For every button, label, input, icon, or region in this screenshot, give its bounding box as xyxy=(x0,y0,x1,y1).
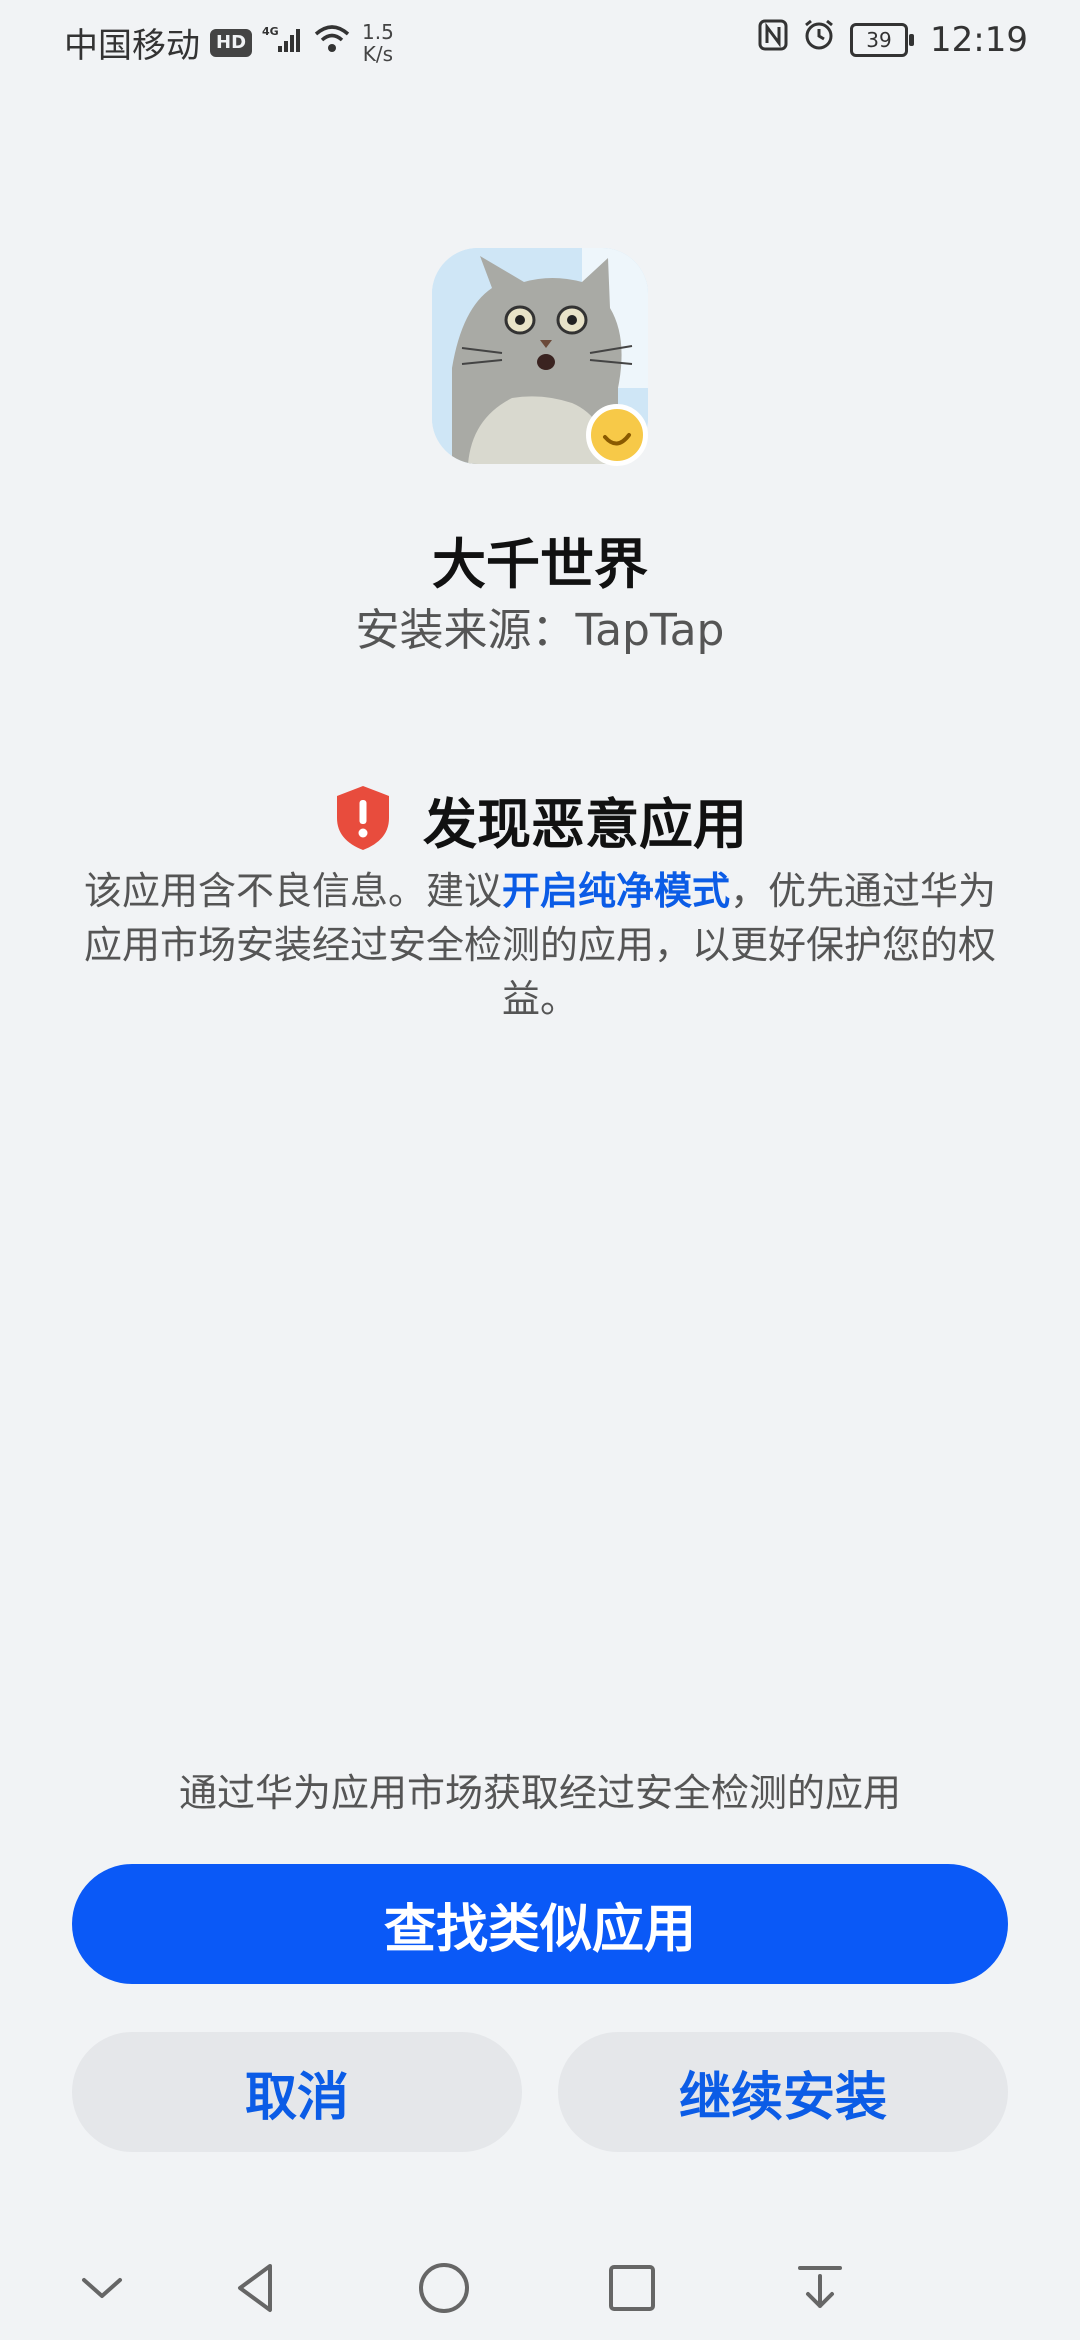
home-icon[interactable] xyxy=(414,2258,474,2318)
speed-unit: K/s xyxy=(362,41,394,66)
source-badge-icon xyxy=(586,404,648,466)
alarm-icon xyxy=(802,18,836,61)
battery-icon: 39 xyxy=(850,22,915,57)
notification-down-icon[interactable] xyxy=(790,2258,850,2318)
warning-title-row: 发现恶意应用 xyxy=(0,780,1080,859)
status-right: 39 12:19 xyxy=(758,18,1028,61)
wifi-icon xyxy=(312,23,352,63)
nfc-icon xyxy=(758,19,788,60)
warning-description: 该应用含不良信息。建议开启纯净模式，优先通过华为应用市场安装经过安全检测的应用，… xyxy=(80,864,1000,1026)
speed-value: 1.5 xyxy=(362,19,394,44)
navigation-bar xyxy=(0,2240,1080,2340)
carrier-label: 中国移动 xyxy=(64,26,200,66)
app-name: 大千世界 xyxy=(432,533,648,596)
continue-install-button[interactable]: 继续安装 xyxy=(558,2032,1008,2152)
market-hint: 通过华为应用市场获取经过安全检测的应用 xyxy=(178,1771,901,1815)
recents-icon[interactable] xyxy=(602,2258,662,2318)
find-similar-apps-button[interactable]: 查找类似应用 xyxy=(72,1864,1008,1984)
signal-icon: 4G xyxy=(262,23,302,63)
back-icon[interactable] xyxy=(226,2258,286,2318)
network-speed: 1.5 K/s xyxy=(362,21,394,65)
install-source: 安装来源：TapTap xyxy=(355,605,725,656)
shield-alert-icon xyxy=(333,784,393,856)
hd-badge: HD xyxy=(210,28,253,57)
svg-text:4G: 4G xyxy=(262,25,279,38)
status-left: 中国移动 HD 4G 1.5 K/s xyxy=(64,18,394,67)
warning-title: 发现恶意应用 xyxy=(423,793,747,856)
chevron-down-icon[interactable] xyxy=(72,2258,132,2318)
status-bar: 中国移动 HD 4G 1.5 K/s 39 12:19 xyxy=(0,0,1080,80)
clock: 12:19 xyxy=(930,19,1028,60)
cancel-button[interactable]: 取消 xyxy=(72,2032,522,2152)
pure-mode-link[interactable]: 开启纯净模式 xyxy=(502,869,730,913)
warning-text-prefix: 该应用含不良信息。建议 xyxy=(83,869,502,913)
